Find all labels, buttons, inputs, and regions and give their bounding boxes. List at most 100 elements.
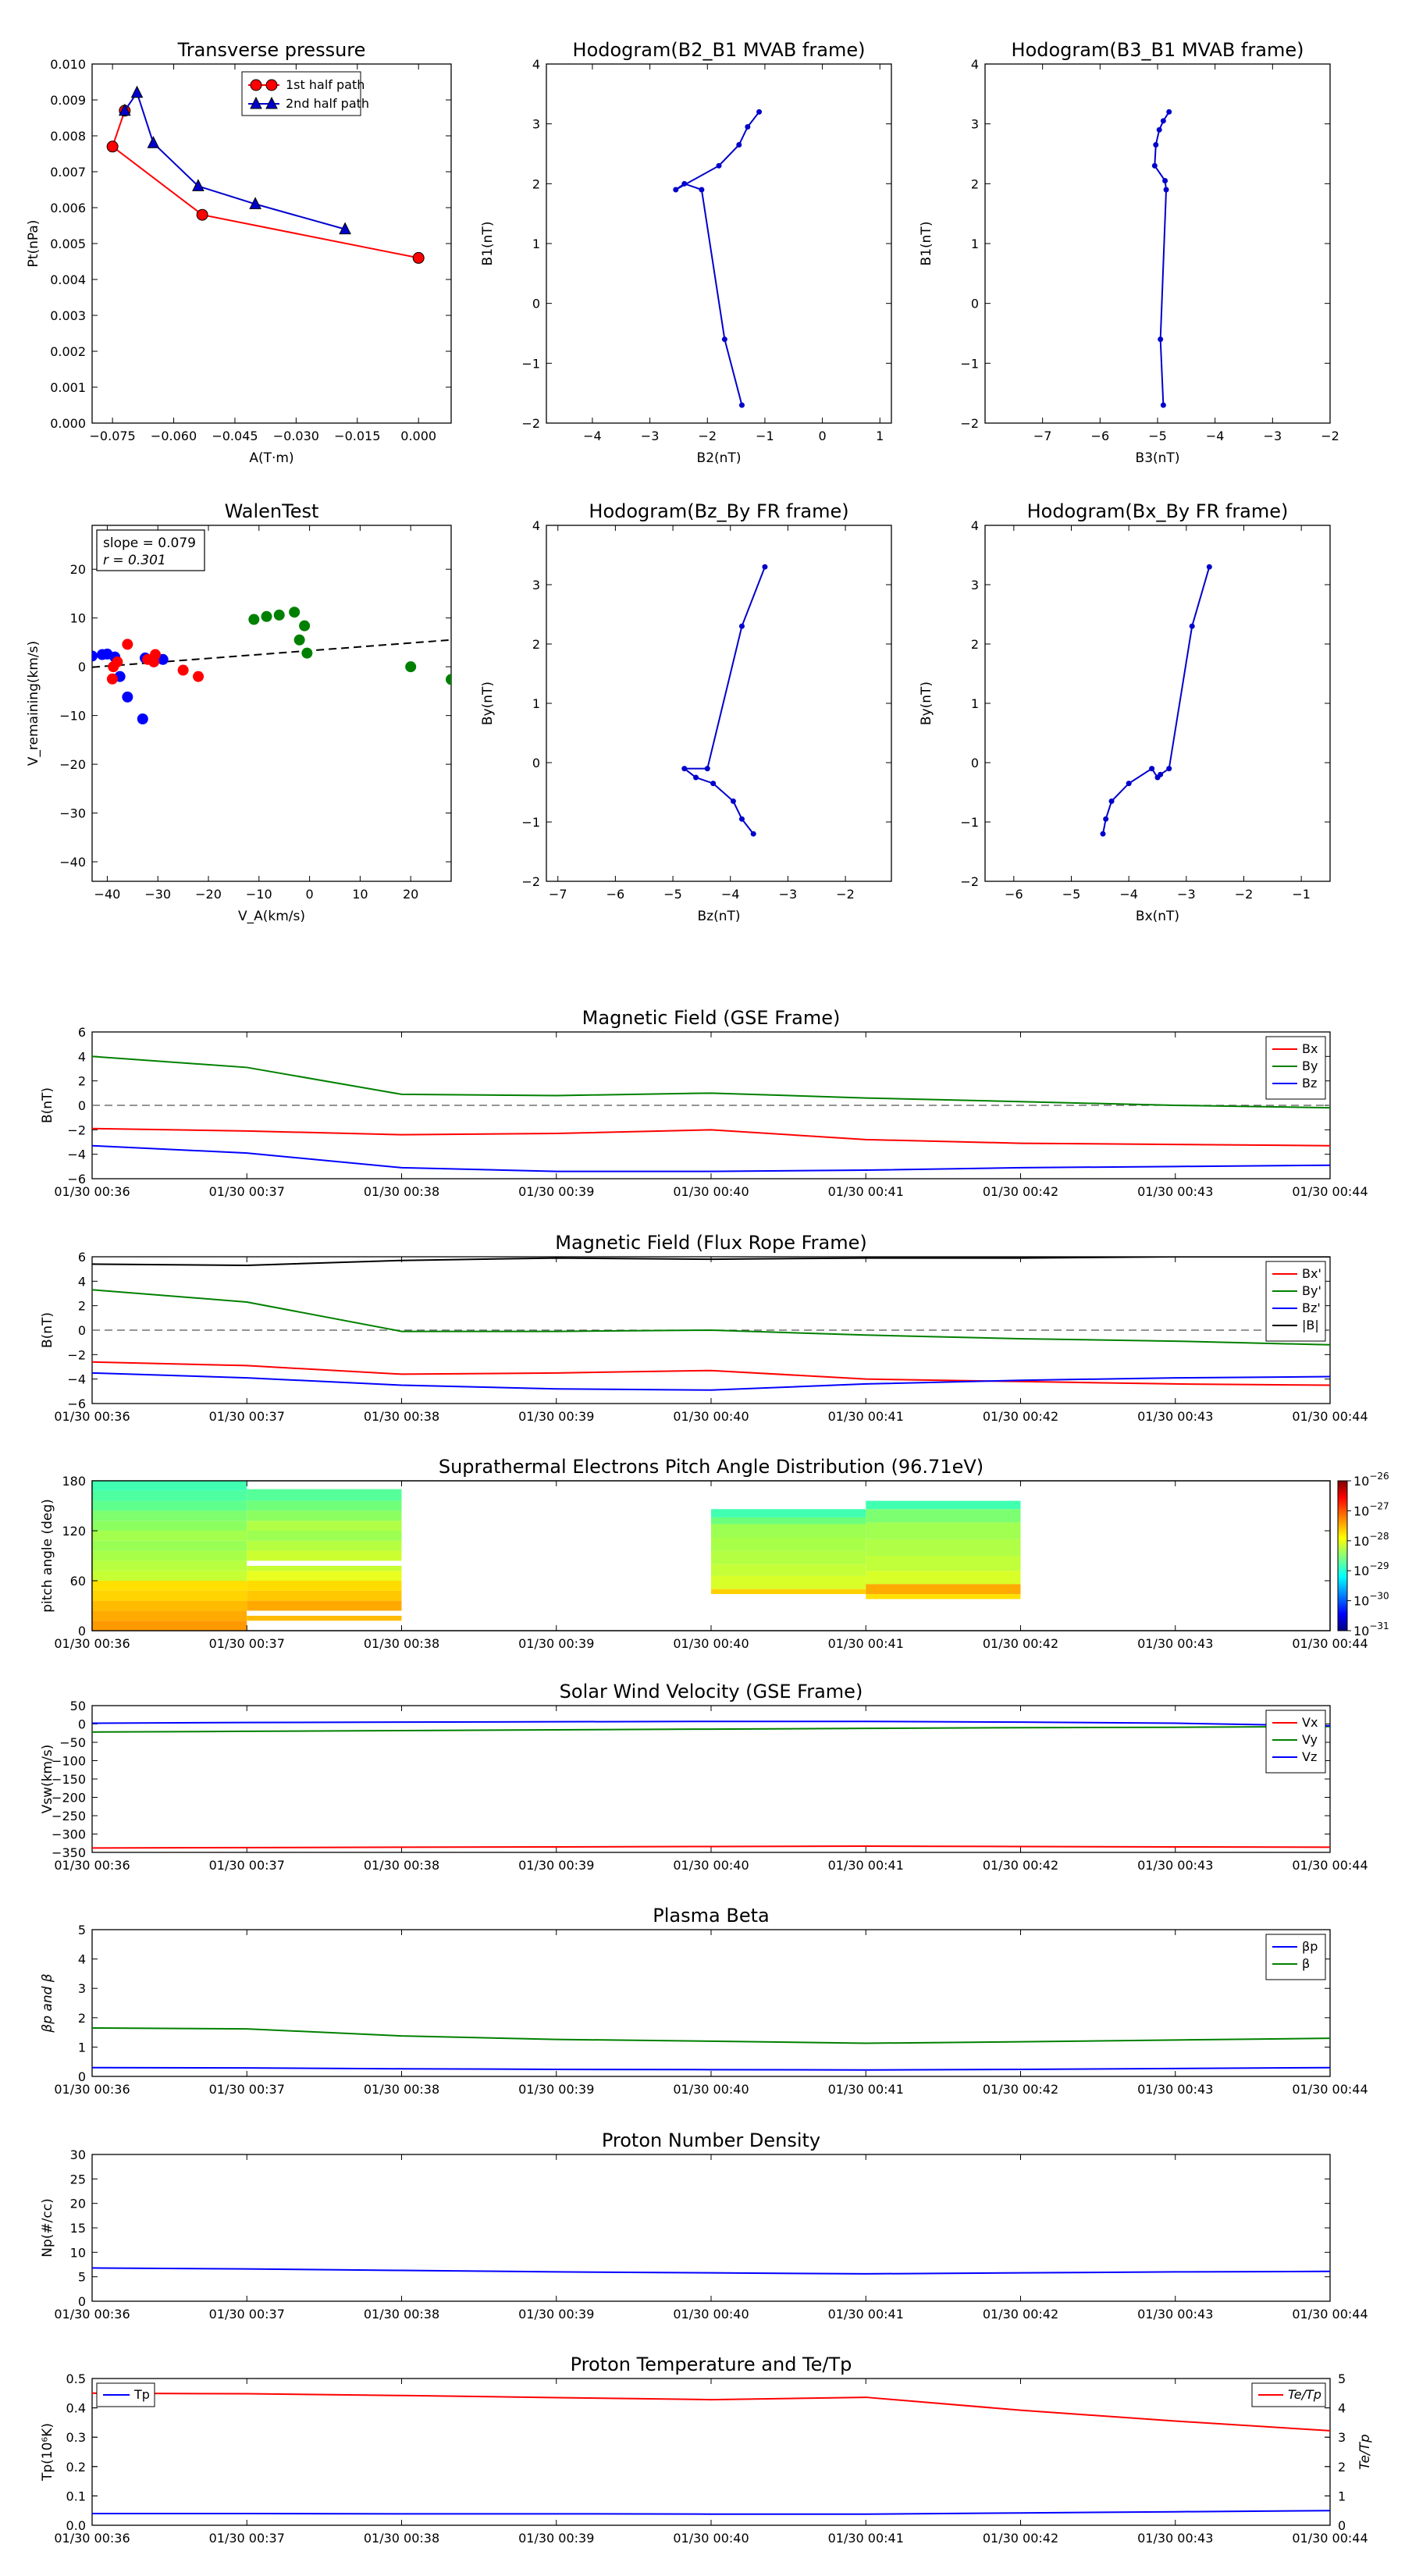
legend-label: |B| xyxy=(1302,1318,1319,1332)
chart-title: Transverse pressure xyxy=(177,39,366,61)
heatmap-cell xyxy=(92,1521,247,1531)
data-point xyxy=(673,187,679,193)
x-tick-label: 01/30 00:39 xyxy=(518,1409,594,1424)
x-tick-label: −2 xyxy=(698,429,717,443)
chart-walen: WalenTest −40 −30 −20 −10 0 10 20 −40 −30 −20 −10 0 1… xyxy=(26,500,452,924)
x-tick-label: −4 xyxy=(1119,887,1138,902)
y-tick-label: 5 xyxy=(1338,2371,1346,2386)
y-tick-label: 3 xyxy=(971,578,979,592)
legend-label: βp xyxy=(1302,1939,1318,1954)
chart-title: Magnetic Field (Flux Rope Frame) xyxy=(555,1232,866,1254)
y-tick-label: 6 xyxy=(78,1025,86,1040)
colorbar-label: 10−30 xyxy=(1353,1591,1389,1609)
chart-title: Proton Temperature and Te/Tp xyxy=(571,2354,852,2375)
y-tick-label: −1 xyxy=(521,815,540,830)
x-tick-label: 01/30 00:44 xyxy=(1292,2307,1368,2322)
x-tick-label: 01/30 00:40 xyxy=(673,1636,749,1651)
y-tick-label: −1 xyxy=(960,815,979,830)
chart-h21: Hodogram(B2_B1 MVAB frame) −2 −1 0 1 2 3 4 −4 −3 −… xyxy=(480,39,892,466)
y-tick-label: 0 xyxy=(971,756,979,770)
data-point xyxy=(196,208,208,221)
y-tick-label: 5 xyxy=(78,2270,86,2285)
colorbar xyxy=(1337,1480,1348,1631)
y-tick-label: 2 xyxy=(532,637,540,652)
heatmap-cell xyxy=(92,1490,247,1501)
x-tick-label: −20 xyxy=(195,887,222,902)
x-tick-label: −4 xyxy=(1206,429,1225,443)
y-axis-label: Pt(nPa) xyxy=(26,220,41,268)
chart-bgse: Magnetic Field (GSE Frame)−6−4−2024601/3… xyxy=(40,1007,1368,1199)
plot-frame xyxy=(91,1929,1331,2077)
x-tick-label: 01/30 00:39 xyxy=(518,2082,594,2097)
data-point xyxy=(738,402,745,408)
y-axis-label-right: Te/Tp xyxy=(1357,2434,1373,2470)
heatmap-cell xyxy=(866,1522,1021,1539)
y-tick-label: 0.003 xyxy=(50,308,86,323)
colorbar-label: 10−27 xyxy=(1353,1500,1389,1518)
chart-title: WalenTest xyxy=(225,500,319,522)
colorbar-label: 10−31 xyxy=(1353,1621,1389,1638)
y-tick-label: −4 xyxy=(67,1372,86,1387)
x-tick-label: 01/30 00:37 xyxy=(209,1184,285,1199)
heatmap-cell xyxy=(711,1524,866,1538)
x-tick-label: −6 xyxy=(606,887,625,902)
data-point xyxy=(1166,109,1172,115)
chart-hxy: Hodogram(Bx_By FR frame) −2 −1 0 1 2 3 4 −6 −5 −4 −… xyxy=(919,500,1331,924)
x-tick-label: 0 xyxy=(819,429,827,443)
x-tick-label: 01/30 00:40 xyxy=(673,1858,749,1873)
chart-title: Proton Number Density xyxy=(602,2129,820,2151)
y-tick-label: 0 xyxy=(532,756,540,770)
y-tick-label: −30 xyxy=(59,806,86,821)
legend-label: Vy xyxy=(1302,1732,1318,1747)
x-tick-label: 01/30 00:41 xyxy=(828,1636,904,1651)
x-tick-label: 01/30 00:38 xyxy=(364,1184,439,1199)
y-tick-label: −250 xyxy=(52,1809,86,1823)
data-point xyxy=(405,661,417,673)
data-point xyxy=(92,650,98,662)
y-tick-label: 1 xyxy=(532,696,540,711)
x-tick-label: 01/30 00:38 xyxy=(364,1409,439,1424)
y-tick-label: 1 xyxy=(532,237,540,251)
y-axis-label: B(nT) xyxy=(40,1087,55,1123)
heatmap-cell xyxy=(247,1581,402,1591)
y-axis-label: Vsw(km/s) xyxy=(40,1745,55,1814)
chart-title: Hodogram(B2_B1 MVAB frame) xyxy=(573,39,866,61)
plot-frame xyxy=(91,2154,1331,2302)
x-tick-label: 01/30 00:38 xyxy=(364,1858,439,1873)
x-tick-label: 01/30 00:44 xyxy=(1292,1409,1368,1424)
data-point xyxy=(716,162,722,169)
y-tick-label: 0 xyxy=(1338,2518,1346,2533)
x-tick-label: 01/30 00:37 xyxy=(209,1636,285,1651)
y-tick-label: 0.000 xyxy=(50,416,86,431)
y-tick-label: 1 xyxy=(78,2040,86,2055)
y-tick-label: 2 xyxy=(78,1074,86,1089)
x-tick-label: −6 xyxy=(1005,887,1023,902)
data-point xyxy=(248,614,260,625)
y-axis-label: By(nT) xyxy=(480,681,496,725)
heatmap-cell xyxy=(711,1517,866,1525)
x-tick-label: −5 xyxy=(1062,887,1081,902)
data-point xyxy=(693,774,699,781)
x-tick-label: −3 xyxy=(1177,887,1196,902)
x-tick-label: −4 xyxy=(721,887,740,902)
y-tick-label: −300 xyxy=(52,1827,86,1842)
legend-label: β xyxy=(1302,1956,1310,1971)
x-tick-label: 01/30 00:44 xyxy=(1292,1858,1368,1873)
y-tick-label: −100 xyxy=(52,1754,86,1769)
x-tick-label: −3 xyxy=(641,429,660,443)
data-point xyxy=(1126,781,1132,787)
x-tick-label: 01/30 00:36 xyxy=(54,2307,130,2322)
x-tick-label: 01/30 00:42 xyxy=(983,2307,1058,2322)
x-tick-label: 01/30 00:41 xyxy=(828,2307,904,2322)
x-tick-label: 01/30 00:44 xyxy=(1292,1184,1368,1199)
legend: 1st half path 2nd half path xyxy=(241,71,369,116)
x-tick-label: −1 xyxy=(1292,887,1311,902)
data-point xyxy=(750,831,756,837)
data-point xyxy=(446,674,451,685)
x-tick-label: 01/30 00:38 xyxy=(364,2531,439,2546)
heatmap-cell xyxy=(92,1500,247,1511)
y-tick-label: 20 xyxy=(70,562,86,577)
data-point xyxy=(1149,766,1155,772)
data-point xyxy=(704,766,710,772)
data-point xyxy=(745,124,751,130)
